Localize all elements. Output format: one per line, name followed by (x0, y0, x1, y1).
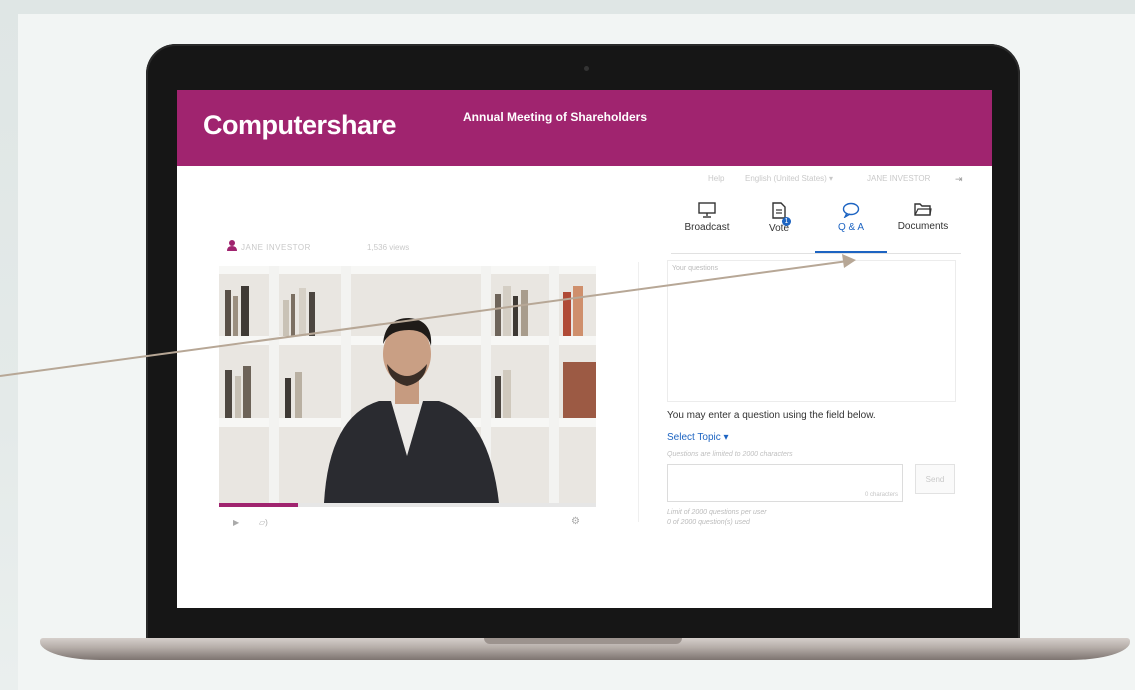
question-log-label: Your questions (672, 265, 719, 272)
app-header: Computershare Annual Meeting of Sharehol… (177, 90, 992, 166)
logout-icon[interactable]: ⇥ (955, 174, 963, 185)
help-link[interactable]: Help (708, 174, 724, 183)
monitor-icon (698, 202, 716, 218)
question-limit-note: Limit of 2000 questions per user (667, 509, 767, 516)
tab-vote-label: Vote (768, 223, 790, 234)
question-input[interactable]: 0 characters (667, 464, 903, 502)
presenter-name: JANE INVESTOR (241, 243, 311, 252)
computershare-logo: Computershare (203, 110, 397, 140)
tab-documents[interactable]: Documents (887, 194, 959, 254)
folder-icon (914, 203, 932, 216)
character-count: 0 characters (864, 492, 898, 498)
volume-icon[interactable]: ▱) (259, 518, 268, 527)
send-button[interactable]: Send (915, 464, 955, 494)
vote-badge: 1 (782, 217, 791, 226)
video-progress-bar[interactable] (219, 503, 596, 507)
speech-bubble-icon (842, 202, 860, 218)
question-log[interactable]: Your questions (667, 260, 956, 402)
tab-broadcast-label: Broadcast (684, 222, 730, 233)
video-progress-fill (219, 503, 299, 507)
tab-vote[interactable]: 1 Vote (743, 194, 815, 254)
select-topic-dropdown[interactable]: Select Topic ▾ (667, 432, 729, 443)
tab-qa-label: Q & A (837, 222, 865, 233)
video-player[interactable] (219, 266, 596, 503)
questions-used-note: 0 of 2000 question(s) used (667, 519, 750, 526)
camera-icon (584, 66, 589, 71)
tab-documents-label: Documents (897, 221, 949, 232)
panel-tabs: Broadcast 1 Vote Q & A Documents (671, 194, 961, 256)
settings-icon[interactable]: ⚙ (571, 516, 580, 527)
user-menu[interactable]: JANE INVESTOR (867, 174, 930, 183)
qa-instructions: You may enter a question using the field… (667, 410, 876, 421)
tab-broadcast[interactable]: Broadcast (671, 194, 743, 254)
viewer-count: 1,536 views (367, 243, 410, 252)
active-tab-indicator (815, 251, 887, 253)
meeting-app-screen: Computershare Annual Meeting of Sharehol… (177, 90, 992, 608)
tab-qa[interactable]: Q & A (815, 194, 887, 254)
language-select[interactable]: English (United States) ▾ (745, 174, 833, 183)
meeting-title: Annual Meeting of Shareholders (463, 110, 648, 124)
laptop-hinge-notch (484, 638, 682, 644)
panel-divider (638, 262, 639, 522)
character-limit-hint: Questions are limited to 2000 characters (667, 451, 793, 458)
tabs-divider (671, 253, 961, 254)
play-icon[interactable]: ▶ (233, 518, 239, 527)
video-frame (219, 266, 596, 503)
person-icon (227, 240, 237, 251)
